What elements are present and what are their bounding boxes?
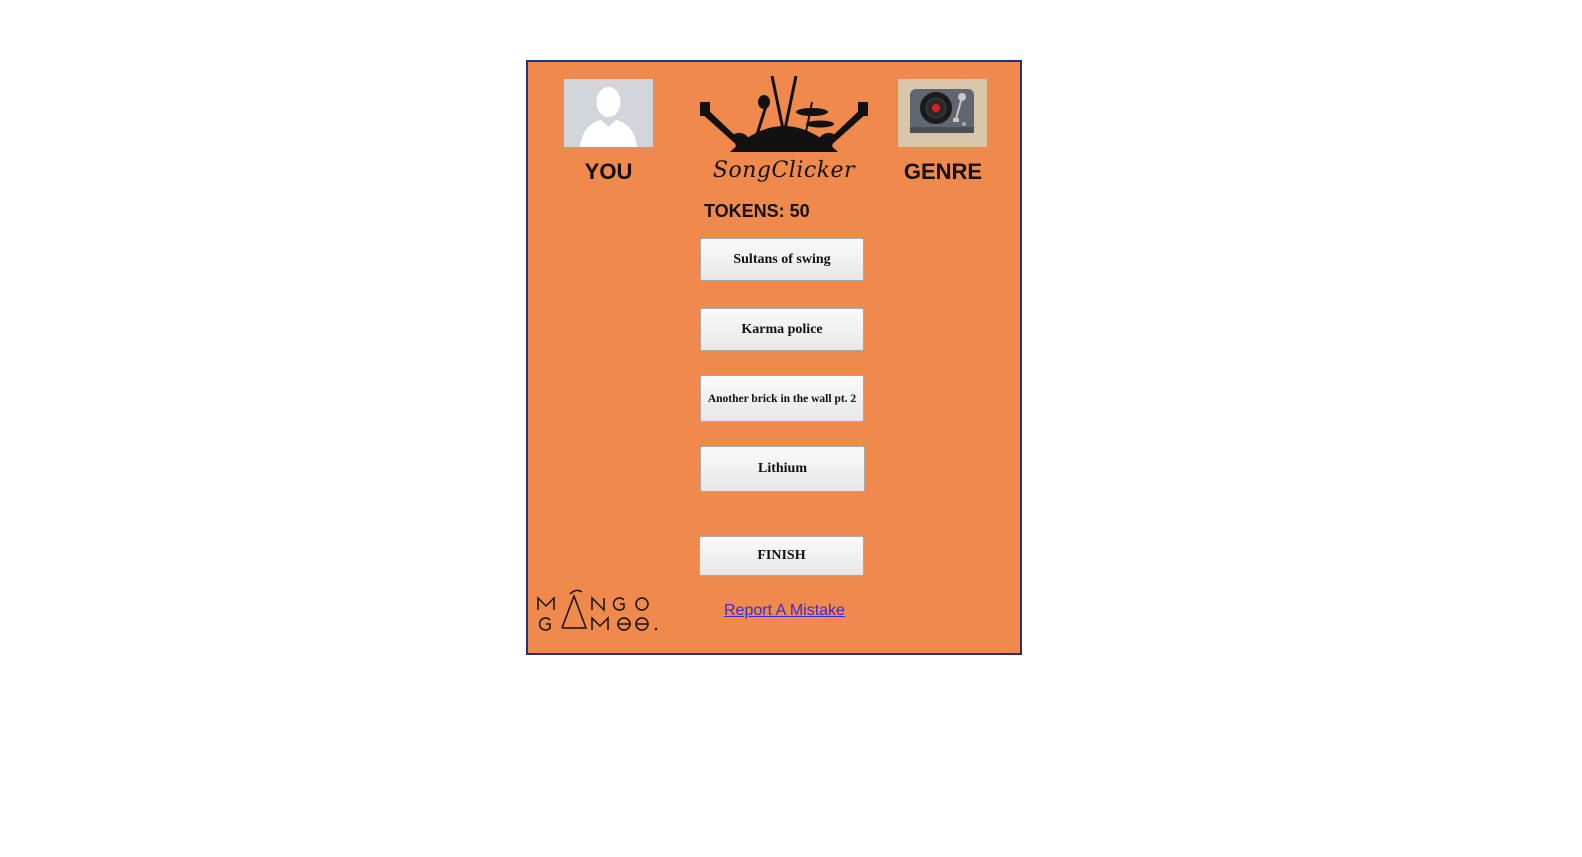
song-option-button[interactable]: Karma police <box>700 308 864 351</box>
song-option-button[interactable]: Lithium <box>700 446 865 492</box>
song-option-button[interactable]: Sultans of swing <box>700 238 864 281</box>
turntable-icon <box>910 89 974 133</box>
player-label: YOU <box>584 159 633 184</box>
report-mistake-link[interactable]: Report A Mistake <box>724 602 845 620</box>
finish-button[interactable]: FINISH <box>699 536 864 576</box>
player-avatar <box>564 79 653 147</box>
tokens-counter: TOKENS: 50 <box>704 201 810 221</box>
logo-text: SongClicker <box>712 158 856 183</box>
songclicker-logo: SongClicker <box>700 72 868 187</box>
genre-label: GENRE <box>903 159 983 184</box>
instruments-logo-icon <box>700 75 868 152</box>
song-option-button[interactable]: Another brick in the wall pt. 2 <box>700 375 864 422</box>
mango-games-logo <box>537 589 658 631</box>
game-panel: YOU SongClicker GENRE TOKENS: 50 Sultans… <box>526 60 1022 655</box>
user-silhouette-icon <box>580 87 637 147</box>
genre-avatar <box>898 79 987 147</box>
